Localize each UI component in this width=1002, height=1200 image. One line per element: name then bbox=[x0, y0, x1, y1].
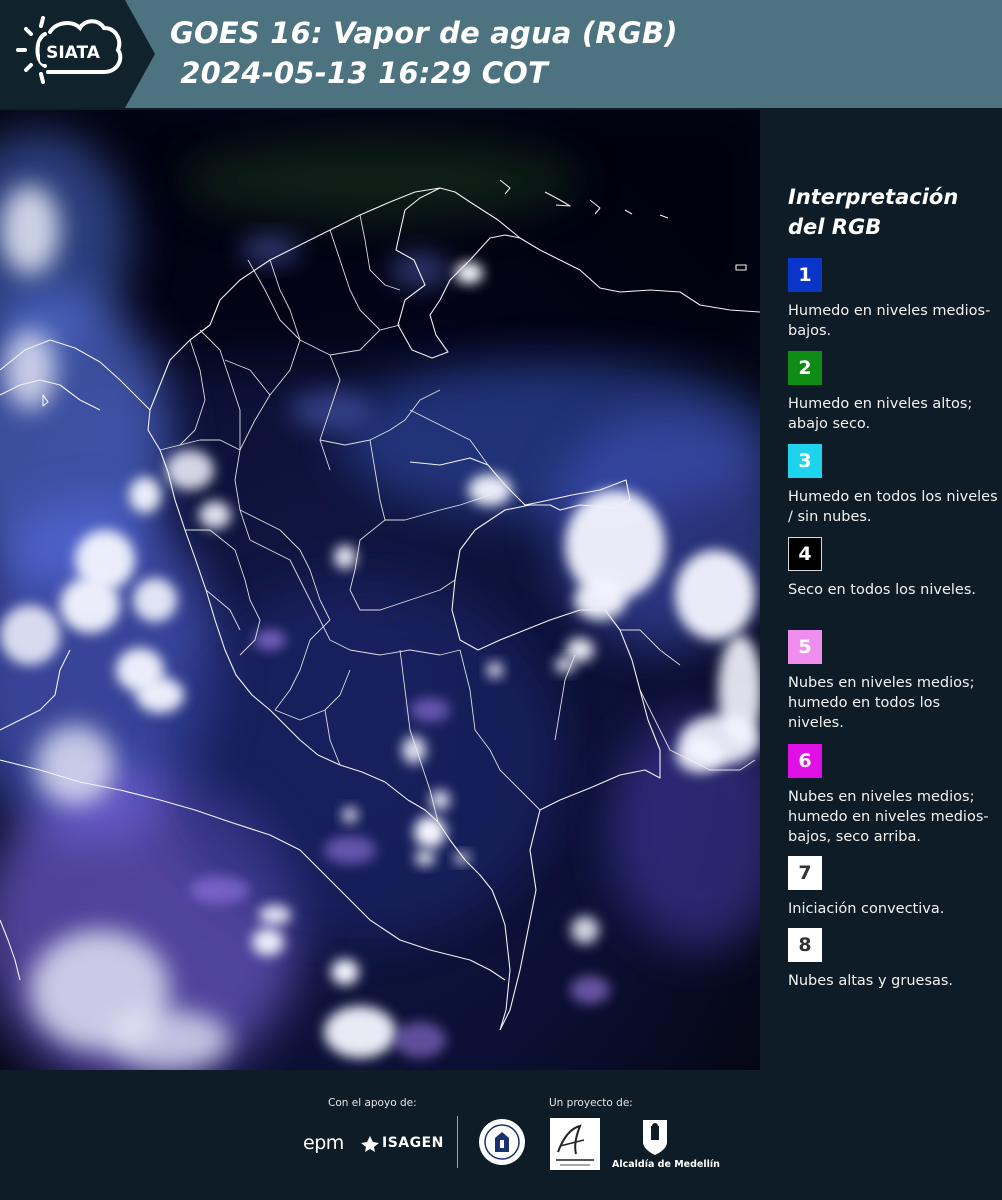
legend-panel: Interpretación del RGB 1 Humedo en nivel… bbox=[760, 110, 1002, 1070]
footer: Con el apoyo de: Un proyecto de: epm ISA… bbox=[0, 1070, 1002, 1200]
support-label: Con el apoyo de: bbox=[328, 1097, 417, 1109]
legend-item-label: Nubes en niveles medios; humedo en todos… bbox=[788, 675, 975, 731]
legend-swatch: 7 bbox=[788, 856, 822, 890]
legend-item-label: Humedo en niveles altos; abajo seco. bbox=[788, 396, 973, 432]
legend-item-2: 2 Humedo en niveles altos; abajo seco. bbox=[788, 351, 998, 434]
legend-swatch: 2 bbox=[788, 351, 822, 385]
epm-logo: epm bbox=[303, 1132, 344, 1154]
legend-item-label: Seco en todos los niveles. bbox=[788, 582, 976, 598]
page-timestamp: 2024-05-13 16:29 COT bbox=[170, 56, 549, 90]
university-seal-icon bbox=[479, 1119, 525, 1165]
legend-item-3: 3 Humedo en todos los niveles / sin nube… bbox=[788, 444, 998, 527]
legend-item-5: 5 Nubes en niveles medios; humedo en tod… bbox=[788, 630, 998, 733]
legend-item-4: 4 Seco en todos los niveles. bbox=[788, 537, 998, 600]
legend-item-6: 6 Nubes en niveles medios; humedo en niv… bbox=[788, 744, 998, 847]
legend-swatch: 3 bbox=[788, 444, 822, 478]
legend-title: Interpretación del RGB bbox=[788, 185, 959, 239]
legend-swatch: 6 bbox=[788, 744, 822, 778]
footer-divider bbox=[457, 1116, 458, 1168]
legend-item-label: Nubes altas y gruesas. bbox=[788, 973, 954, 989]
legend-swatch: 8 bbox=[788, 928, 822, 962]
legend-swatch: 5 bbox=[788, 630, 822, 664]
siata-logo: SIATA bbox=[0, 0, 160, 108]
legend-swatch: 4 bbox=[788, 537, 822, 571]
legend-item-7: 7 Iniciación convectiva. bbox=[788, 856, 998, 919]
isagen-icon bbox=[361, 1136, 379, 1152]
alcaldia-label: Alcaldía de Medellín bbox=[612, 1159, 720, 1170]
alcaldia-shield-icon bbox=[643, 1120, 667, 1155]
header-bar: SIATA GOES 16: Vapor de agua (RGB) 2024-… bbox=[0, 0, 1002, 108]
legend-item-label: Nubes en niveles medios; humedo en nivel… bbox=[788, 789, 989, 845]
page-title: GOES 16: Vapor de agua (RGB) bbox=[170, 16, 678, 50]
legend-item-8: 8 Nubes altas y gruesas. bbox=[788, 928, 998, 991]
legend-swatch: 1 bbox=[788, 258, 822, 292]
legend-item-label: Humedo en todos los niveles / sin nubes. bbox=[788, 489, 998, 525]
satellite-map[interactable] bbox=[0, 110, 760, 1070]
isagen-logo: ISAGEN bbox=[382, 1135, 444, 1151]
project-label: Un proyecto de: bbox=[549, 1097, 633, 1109]
legend-item-1: 1 Humedo en niveles medios-bajos. bbox=[788, 258, 998, 341]
legend-item-label: Humedo en niveles medios-bajos. bbox=[788, 303, 991, 339]
area-metropolitana-logo bbox=[550, 1118, 600, 1170]
siata-logo-text: SIATA bbox=[46, 43, 101, 63]
legend-item-label: Iniciación convectiva. bbox=[788, 901, 945, 917]
